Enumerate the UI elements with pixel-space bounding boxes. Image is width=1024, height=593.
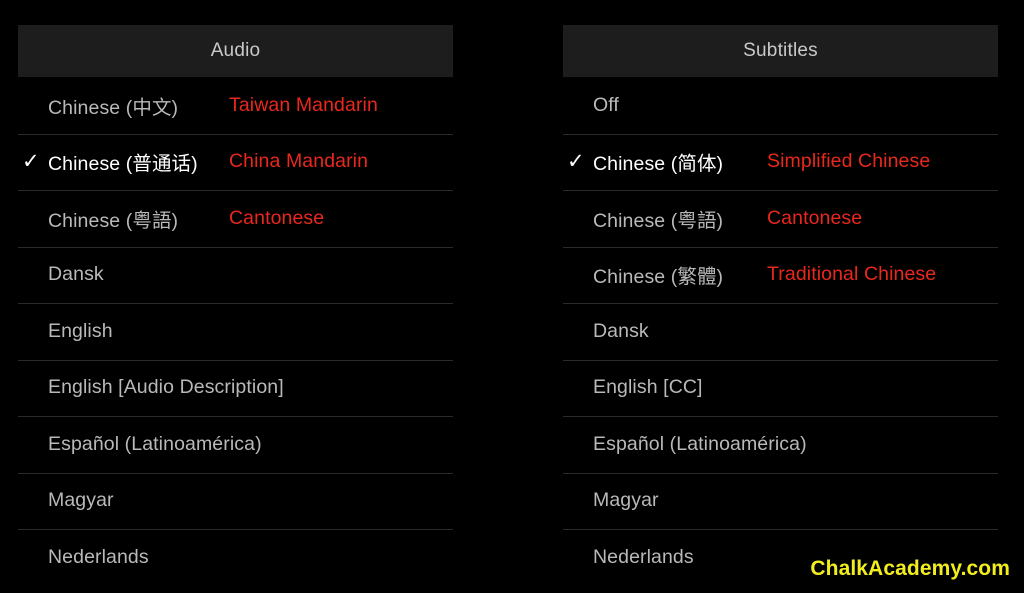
audio-list-item-label: Chinese (普通话) — [48, 153, 198, 176]
subtitles-list-item-annotation: Cantonese — [767, 206, 863, 229]
subtitles-list-item-label: Chinese (粤語) — [593, 209, 724, 232]
audio-list-item-label: English [Audio Description] — [48, 376, 284, 399]
subtitles-list-item-label: Dansk — [593, 319, 649, 342]
subtitles-list-item[interactable]: Off — [563, 77, 998, 134]
audio-list-item[interactable]: Magyar — [18, 472, 453, 530]
subtitles-list-item[interactable]: English [CC] — [563, 359, 998, 417]
audio-list-item-label: Nederlands — [48, 545, 149, 568]
subtitles-list-item-selected[interactable]: ✓ Chinese (简体) Simplified Chinese — [563, 133, 998, 191]
subtitles-list-item[interactable]: Chinese (繁體) Traditional Chinese — [563, 246, 998, 304]
subtitles-list-item-label: Chinese (简体) — [593, 153, 724, 176]
audio-list-item-label: Dansk — [48, 263, 104, 286]
audio-list-item[interactable]: Chinese (中文) Taiwan Mandarin — [18, 77, 453, 134]
subtitles-list-item-annotation: Simplified Chinese — [767, 150, 931, 173]
watermark: ChalkAcademy.com — [810, 557, 1010, 580]
subtitles-list-item-label: Off — [593, 93, 619, 116]
audio-list-item-label: English — [48, 319, 113, 342]
subtitles-list-item[interactable]: Chinese (粤語) Cantonese — [563, 190, 998, 247]
audio-list-item[interactable]: Nederlands — [18, 529, 453, 586]
audio-list-item-label: Español (Latinoamérica) — [48, 432, 262, 455]
audio-list-item-annotation: China Mandarin — [229, 150, 369, 173]
audio-list-item[interactable]: Chinese (粤語) Cantonese — [18, 190, 453, 247]
audio-list-item[interactable]: Español (Latinoamérica) — [18, 416, 453, 473]
subtitles-list-item-label: Magyar — [593, 489, 659, 512]
subtitles-list-item[interactable]: Magyar — [563, 472, 998, 530]
audio-panel: Audio Chinese (中文) Taiwan Mandarin ✓ Chi… — [18, 25, 453, 593]
subtitles-track-list: Off ✓ Chinese (简体) Simplified Chinese Ch… — [563, 77, 998, 586]
audio-list-item[interactable]: English [Audio Description] — [18, 359, 453, 417]
audio-panel-header: Audio — [18, 25, 453, 77]
subtitles-list-item-label: Español (Latinoamérica) — [593, 432, 807, 455]
subtitles-list-item[interactable]: Español (Latinoamérica) — [563, 416, 998, 473]
subtitles-list-item-annotation: Traditional Chinese — [767, 263, 937, 286]
checkmark-icon: ✓ — [567, 150, 585, 174]
subtitles-panel-header: Subtitles — [563, 25, 998, 77]
subtitles-list-item-label: Nederlands — [593, 545, 694, 568]
subtitles-list-item[interactable]: Dansk — [563, 303, 998, 360]
subtitles-panel-title: Subtitles — [743, 40, 818, 61]
audio-track-list: Chinese (中文) Taiwan Mandarin ✓ Chinese (… — [18, 77, 453, 586]
subtitles-panel: Subtitles Off ✓ Chinese (简体) Simplified … — [563, 25, 998, 593]
checkmark-icon: ✓ — [22, 150, 40, 174]
audio-list-item-annotation: Taiwan Mandarin — [229, 93, 378, 116]
audio-list-item-label: Magyar — [48, 489, 114, 512]
audio-panel-title: Audio — [210, 40, 261, 61]
audio-list-item-selected[interactable]: ✓ Chinese (普通话) China Mandarin — [18, 133, 453, 191]
audio-list-item-label: Chinese (中文) — [48, 96, 179, 119]
audio-list-item-label: Chinese (粤語) — [48, 209, 179, 232]
audio-list-item-annotation: Cantonese — [229, 206, 325, 229]
subtitles-list-item-label: English [CC] — [593, 376, 703, 399]
audio-list-item[interactable]: Dansk — [18, 246, 453, 304]
audio-list-item[interactable]: English — [18, 303, 453, 360]
media-player-language-settings: Audio Chinese (中文) Taiwan Mandarin ✓ Chi… — [0, 0, 1024, 593]
subtitles-list-item-label: Chinese (繁體) — [593, 266, 724, 289]
